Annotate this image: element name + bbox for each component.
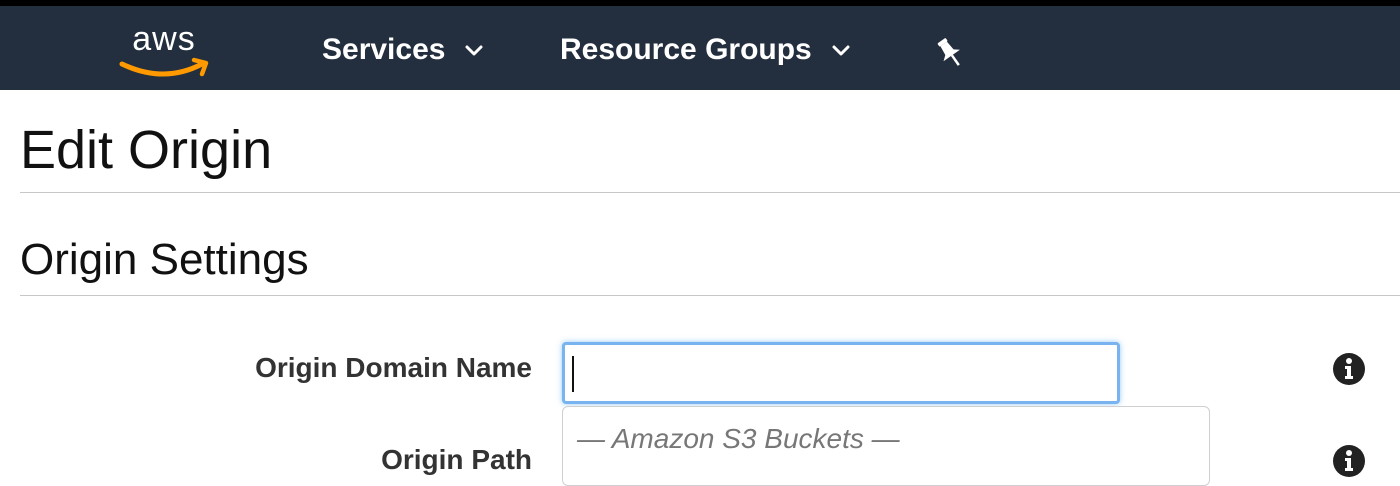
title-divider	[20, 192, 1400, 193]
top-nav-bar: aws Services Resource Groups	[0, 0, 1400, 90]
resource-groups-label: Resource Groups	[560, 33, 812, 66]
origin-domain-name-input[interactable]	[562, 342, 1120, 404]
dropdown-group-header: — Amazon S3 Buckets —	[577, 423, 900, 454]
resource-groups-menu[interactable]: Resource Groups	[560, 28, 852, 72]
aws-smile-icon	[119, 57, 209, 77]
info-icon[interactable]	[1332, 352, 1366, 386]
section-title: Origin Settings	[20, 235, 309, 284]
aws-logo[interactable]: aws	[118, 16, 210, 86]
origin-domain-name-label: Origin Domain Name	[255, 352, 532, 383]
chevron-down-icon	[465, 45, 483, 56]
aws-logo-text: aws	[132, 20, 196, 58]
section-divider	[20, 295, 1400, 296]
text-caret	[572, 356, 574, 392]
services-label: Services	[322, 33, 446, 66]
origin-path-label: Origin Path	[381, 444, 532, 475]
page-title: Edit Origin	[20, 120, 273, 180]
info-icon[interactable]	[1332, 444, 1366, 478]
services-menu[interactable]: Services	[322, 28, 485, 72]
chevron-down-icon	[832, 45, 850, 56]
origin-domain-dropdown[interactable]: — Amazon S3 Buckets —	[562, 406, 1210, 486]
pin-icon[interactable]	[934, 36, 966, 70]
